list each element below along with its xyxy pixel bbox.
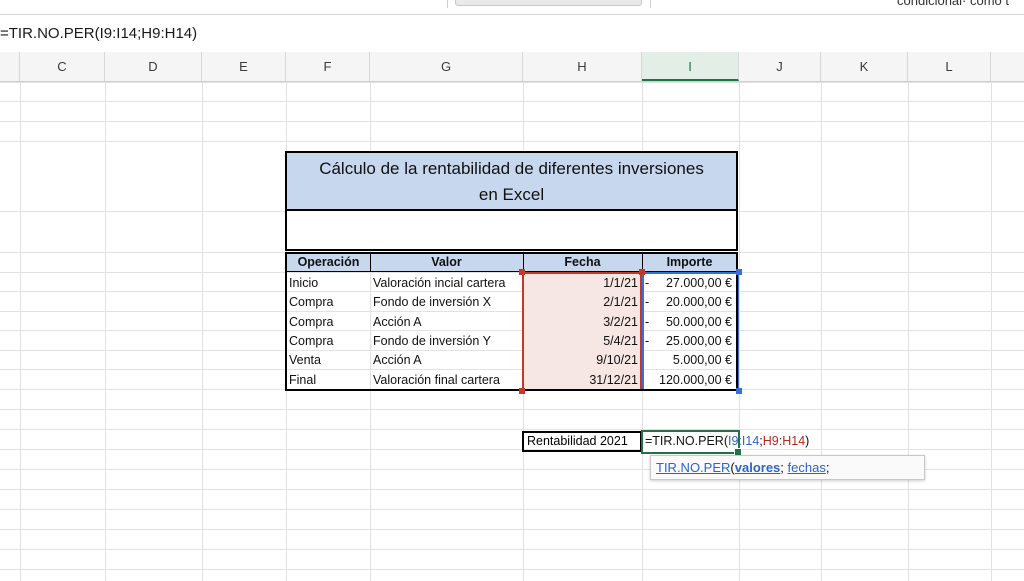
column-header-partial[interactable] [0,52,20,81]
column-header-i[interactable]: I [642,52,739,81]
ribbon-divider [447,0,448,8]
column-header-partial[interactable] [991,52,1024,81]
sheet-title[interactable]: Cálculo de la rentabilidad de diferentes… [285,151,738,211]
sheet-title-line1: Cálculo de la rentabilidad de diferentes… [319,159,704,178]
formula-range-dates: H9:H14 [762,434,806,448]
column-header-g[interactable]: G [370,52,523,81]
tooltip-separator: ; [825,460,830,475]
column-header-l[interactable]: L [908,52,991,81]
column-header-d[interactable]: D [105,52,202,81]
rentabilidad-label-cell[interactable]: Rentabilidad 2021 [522,431,642,452]
column-header-c[interactable]: C [20,52,105,81]
column-header-k[interactable]: K [821,52,908,81]
tooltip-function-link[interactable]: TIR.NO.PER [656,460,730,475]
table-border [285,252,738,391]
ribbon-divider [650,0,651,8]
formula-text[interactable]: =TIR.NO.PER(I9:I14;H9:H14) [0,25,197,42]
column-header-j[interactable]: J [739,52,821,81]
formula-close: ) [805,434,810,448]
range-handle[interactable] [639,269,645,275]
range-handle[interactable] [736,269,742,275]
range-handle[interactable] [519,269,525,275]
formula-function: =TIR.NO.PER( [645,434,728,448]
column-headers: C D E F G H I J K L [0,52,1024,82]
sheet-title-line2: en Excel [478,185,545,204]
column-header-f[interactable]: F [286,52,370,81]
column-header-e[interactable]: E [202,52,286,81]
range-handle[interactable] [736,388,742,394]
conditional-format-label[interactable]: condicional· como t [897,0,1009,8]
empty-merged-cell[interactable] [285,211,738,251]
tooltip-arg-valores[interactable]: valores [735,460,781,475]
function-tooltip: TIR.NO.PER(valores; fechas; [650,455,925,480]
range-handle[interactable] [519,388,525,394]
formula-bar[interactable]: =TIR.NO.PER(I9:I14;H9:H14) [0,14,1024,53]
cell-formula-editor[interactable]: =TIR.NO.PER(I9:I14;H9:H14) [645,433,809,450]
ribbon-button[interactable] [455,0,642,6]
tooltip-separator: ; [780,460,788,475]
formula-range-values: I9:I14 [728,434,760,448]
tooltip-arg-fechas[interactable]: fechas [788,460,826,475]
ribbon-strip: condicional· como t [0,0,1024,14]
column-header-h[interactable]: H [523,52,642,81]
